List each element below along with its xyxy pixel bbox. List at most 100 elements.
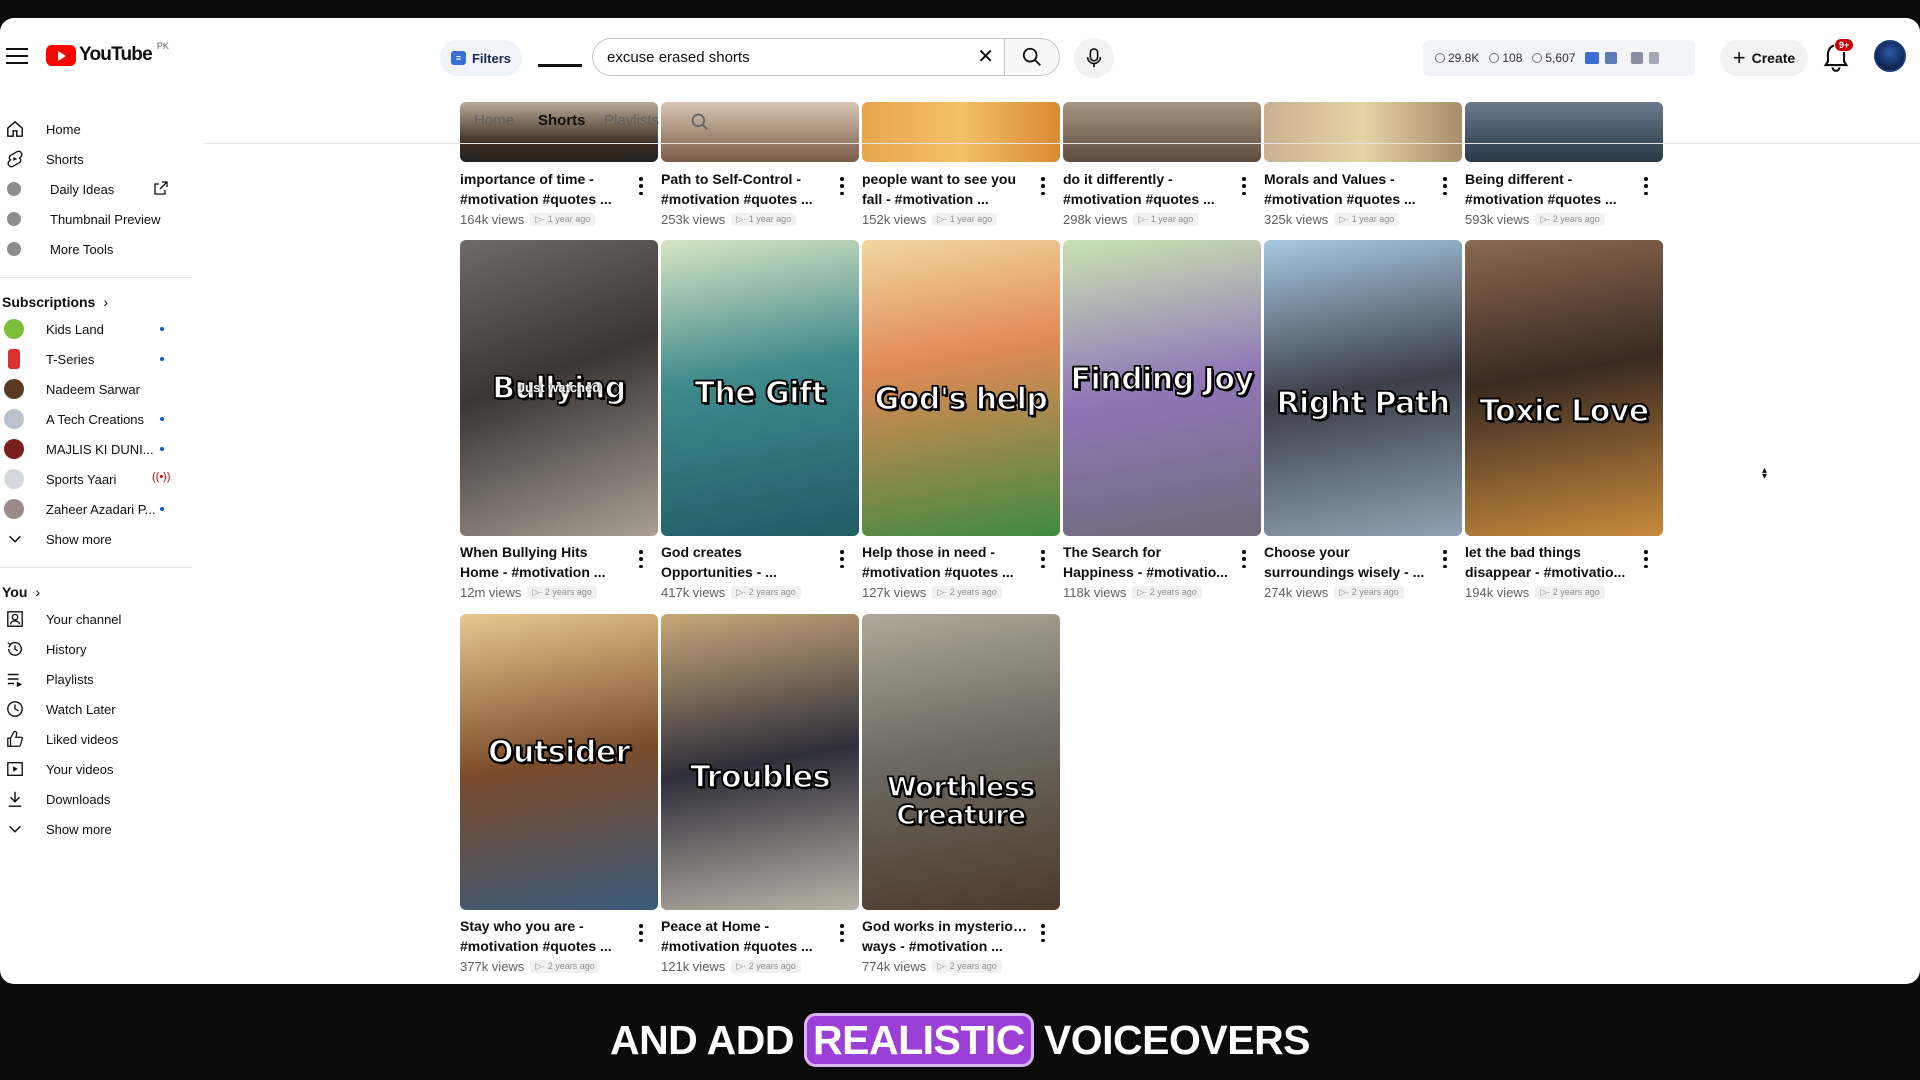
short-meta: 194k views ▷· 2 years ago	[1465, 585, 1663, 600]
short-meta: 12m views ▷· 2 years ago	[460, 585, 658, 600]
short-thumbnail[interactable]: Bullying Just watched	[460, 240, 658, 536]
more-options-icon[interactable]	[638, 550, 644, 568]
more-options-icon[interactable]	[839, 924, 845, 942]
short-meta: 152k views ▷· 1 year ago	[862, 212, 1060, 227]
upload-age-badge: ▷· 1 year ago	[932, 213, 998, 226]
thumbnail-text: God's help	[874, 382, 1049, 417]
video-caption: AND ADD REALISTIC VOICEOVERS	[0, 1010, 1920, 1070]
short-title-line1[interactable]: Help those in need -	[862, 542, 1028, 562]
short-title-line2[interactable]: fall - #motivation ...	[862, 189, 1028, 209]
caption-before: AND ADD	[609, 1016, 795, 1063]
upload-age-badge: ▷· 2 years ago	[731, 586, 801, 599]
channel-search-icon[interactable]	[690, 112, 710, 132]
short-thumbnail[interactable]: Finding Joy	[1063, 240, 1261, 536]
upload-age-badge: ▷· 2 years ago	[731, 960, 801, 973]
short-title-line1[interactable]: The Search for	[1063, 542, 1229, 562]
short-meta: 377k views ▷· 2 years ago	[460, 959, 658, 974]
view-count: 417k views	[661, 585, 726, 600]
short-title-line1[interactable]: Peace at Home -	[661, 916, 827, 936]
short-meta: 593k views ▷· 2 years ago	[1465, 212, 1663, 227]
more-options-icon[interactable]	[638, 924, 644, 942]
tab-shorts[interactable]: Shorts	[538, 112, 586, 129]
upload-age-badge: ▷· 2 years ago	[1334, 586, 1404, 599]
short-meta: 298k views ▷· 1 year ago	[1063, 212, 1261, 227]
scroll-arrows-icon[interactable]: ▴ ▾	[1762, 466, 1767, 482]
more-options-icon[interactable]	[839, 550, 845, 568]
short-title-line1[interactable]: God works in mysterious	[862, 916, 1028, 936]
short-meta: 164k views ▷· 1 year ago	[460, 212, 658, 227]
short-title-line2[interactable]: #motivation #quotes ...	[460, 189, 626, 209]
tab-playlists[interactable]: Playlists	[604, 112, 659, 129]
more-options-icon[interactable]	[1040, 177, 1046, 195]
view-count: 253k views	[661, 212, 726, 227]
short-title-line2[interactable]: #motivation #quotes ...	[460, 936, 626, 956]
short-meta: 253k views ▷· 1 year ago	[661, 212, 859, 227]
short-title-line2[interactable]: disappear - #motivatio...	[1465, 562, 1631, 582]
view-count: 325k views	[1264, 212, 1329, 227]
short-thumbnail[interactable]: God's help	[862, 240, 1060, 536]
short-title-line1[interactable]: God creates	[661, 542, 827, 562]
short-title-line1[interactable]: Morals and Values -	[1264, 169, 1430, 189]
short-title-line2[interactable]: #motivation #quotes ...	[862, 562, 1028, 582]
short-title-line2[interactable]: ways - #motivation ...	[862, 936, 1028, 956]
view-count: 274k views	[1264, 585, 1329, 600]
upload-age-badge: ▷· 1 year ago	[731, 213, 797, 226]
short-thumbnail[interactable]: Troubles	[661, 614, 859, 910]
short-title-line1[interactable]: let the bad things	[1465, 542, 1631, 562]
thumbnail-text: Worthless Creature	[886, 772, 1036, 831]
short-meta: 127k views ▷· 2 years ago	[862, 585, 1060, 600]
upload-age-badge: ▷· 2 years ago	[1132, 586, 1202, 599]
short-thumbnail[interactable]: Right Path	[1264, 240, 1462, 536]
short-title-line1[interactable]: Stay who you are -	[460, 916, 626, 936]
short-thumbnail[interactable]: Outsider	[460, 614, 658, 910]
thumbnail-image	[862, 614, 1060, 910]
more-options-icon[interactable]	[638, 177, 644, 195]
more-options-icon[interactable]	[1241, 177, 1247, 195]
more-options-icon[interactable]	[1040, 550, 1046, 568]
browser-screen: YouTube PK ≡ Filters ✕ 29.8K 108 5,607	[0, 18, 1920, 984]
short-meta: 774k views ▷· 2 years ago	[862, 959, 1060, 974]
short-title-line2[interactable]: Happiness - #motivatio...	[1063, 562, 1229, 582]
short-title-line2[interactable]: #motivation #quotes ...	[1063, 189, 1229, 209]
short-title-line2[interactable]: Home - #motivation ...	[460, 562, 626, 582]
more-options-icon[interactable]	[1643, 550, 1649, 568]
short-title-line1[interactable]: Path to Self-Control -	[661, 169, 827, 189]
short-title-line2[interactable]: #motivation #quotes ...	[1264, 189, 1430, 209]
short-title-line1[interactable]: importance of time -	[460, 169, 626, 189]
short-title-line1[interactable]: people want to see you	[862, 169, 1028, 189]
more-options-icon[interactable]	[1442, 550, 1448, 568]
short-title-line1[interactable]: When Bullying Hits	[460, 542, 626, 562]
view-count: 593k views	[1465, 212, 1530, 227]
view-count: 12m views	[460, 585, 522, 600]
short-thumbnail[interactable]: Worthless Creature	[862, 614, 1060, 910]
thumbnail-text: Finding Joy	[1070, 362, 1255, 397]
upload-age-badge: ▷· 2 years ago	[1535, 586, 1605, 599]
more-options-icon[interactable]	[1241, 550, 1247, 568]
upload-age-badge: ▷· 2 years ago	[527, 586, 597, 599]
short-title-line2[interactable]: Opportunities - ...	[661, 562, 827, 582]
tab-home[interactable]: Home	[474, 112, 514, 129]
upload-age-badge: ▷· 2 years ago	[932, 586, 1002, 599]
upload-age-badge: ▷· 2 years ago	[932, 960, 1002, 973]
short-title-line1[interactable]: do it differently -	[1063, 169, 1229, 189]
video-frame: YouTube PK ≡ Filters ✕ 29.8K 108 5,607	[0, 0, 1920, 1080]
short-meta: 325k views ▷· 1 year ago	[1264, 212, 1462, 227]
short-thumbnail[interactable]: Toxic Love	[1465, 240, 1663, 536]
short-meta: 121k views ▷· 2 years ago	[661, 959, 859, 974]
short-title-line2[interactable]: #motivation #quotes ...	[661, 189, 827, 209]
view-count: 298k views	[1063, 212, 1128, 227]
more-options-icon[interactable]	[1643, 177, 1649, 195]
short-title-line1[interactable]: Being different -	[1465, 169, 1631, 189]
view-count: 127k views	[862, 585, 927, 600]
short-meta: 118k views ▷· 2 years ago	[1063, 585, 1261, 600]
thumbnail-text: Outsider	[487, 735, 631, 770]
short-title-line2[interactable]: surroundings wisely - ...	[1264, 562, 1430, 582]
more-options-icon[interactable]	[1442, 177, 1448, 195]
more-options-icon[interactable]	[839, 177, 845, 195]
short-thumbnail[interactable]: The Gift	[661, 240, 859, 536]
short-title-line2[interactable]: #motivation #quotes ...	[1465, 189, 1631, 209]
short-title-line2[interactable]: #motivation #quotes ...	[661, 936, 827, 956]
upload-age-badge: ▷· 2 years ago	[530, 960, 600, 973]
more-options-icon[interactable]	[1040, 924, 1046, 942]
short-title-line1[interactable]: Choose your	[1264, 542, 1430, 562]
